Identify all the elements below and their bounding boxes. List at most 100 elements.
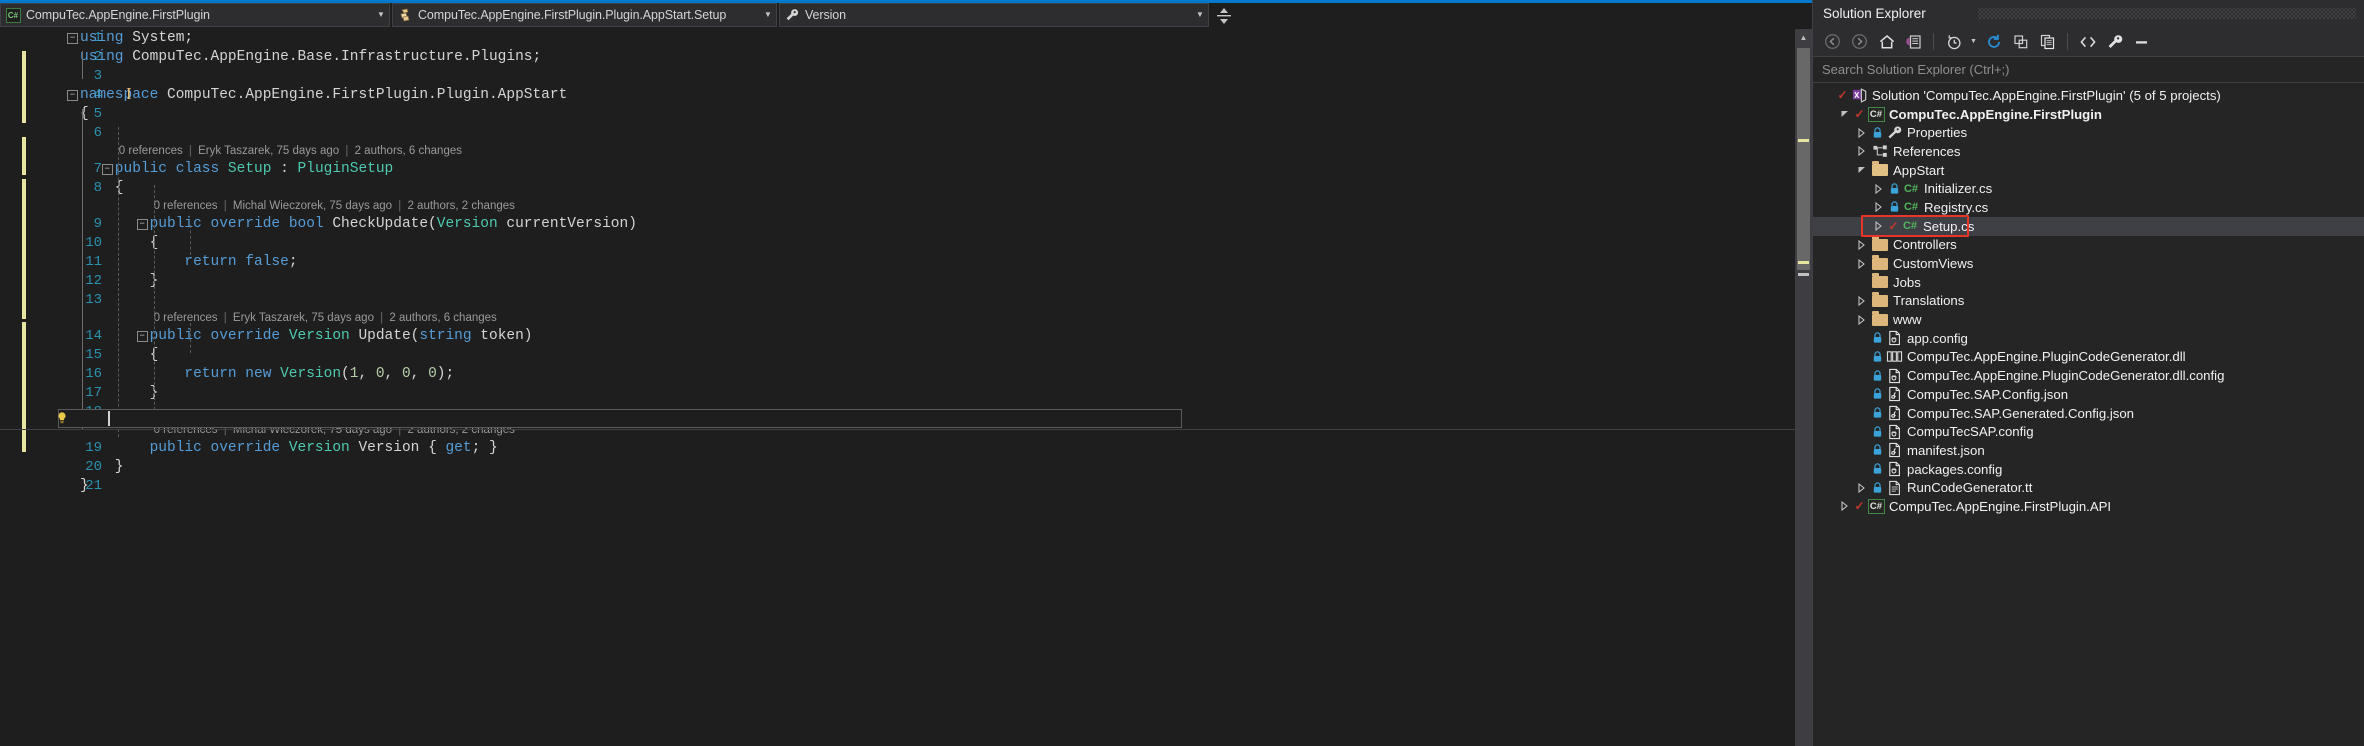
preview-icon[interactable]: [2129, 30, 2154, 54]
code-editor[interactable]: 1using System;2using CompuTec.AppEngine.…: [0, 29, 1812, 746]
chevron-right-icon[interactable]: [1870, 184, 1887, 194]
code-line[interactable]: 5{: [58, 105, 1812, 124]
code-line[interactable]: 1using System;: [58, 29, 1812, 48]
code-line[interactable]: 9public override bool CheckUpdate(Versio…: [58, 215, 1812, 234]
tree-item-registry-cs[interactable]: C#Registry.cs: [1813, 198, 2364, 217]
chevron-down-icon[interactable]: ▼: [373, 3, 389, 27]
code-line[interactable]: 21}: [58, 477, 1812, 496]
panel-drag-grip[interactable]: [1978, 8, 2356, 19]
type-dropdown[interactable]: CompuTec.AppEngine.FirstPlugin.Plugin.Ap…: [392, 3, 777, 27]
forward-icon[interactable]: [1847, 30, 1872, 54]
chevron-right-icon[interactable]: [1853, 483, 1870, 493]
code-line[interactable]: 16return new Version(1, 0, 0, 0);: [58, 365, 1812, 384]
tree-item-runcodegenerator-tt[interactable]: RunCodeGenerator.tt: [1813, 478, 2364, 497]
tree-item-customviews[interactable]: CustomViews: [1813, 254, 2364, 273]
code-line[interactable]: 19public override Version Version { get;…: [58, 439, 1812, 458]
tree-item-computec-appengine-plugincodegenerator-dll[interactable]: CompuTec.AppEngine.PluginCodeGenerator.d…: [1813, 348, 2364, 367]
back-icon[interactable]: [1820, 30, 1845, 54]
tree-item-controllers[interactable]: Controllers: [1813, 236, 2364, 255]
codelens-author[interactable]: Eryk Taszarek, 75 days ago: [198, 145, 339, 157]
code-line[interactable]: 6: [58, 124, 1812, 143]
codelens-annotation[interactable]: 0 references | Eryk Taszarek, 75 days ag…: [58, 143, 1812, 160]
tree-item-computec-appengine-firstplugin[interactable]: ✓C#CompuTec.AppEngine.FirstPlugin: [1813, 105, 2364, 124]
collapse-fold-icon[interactable]: [67, 33, 78, 44]
chevron-right-icon[interactable]: [1853, 296, 1870, 306]
history-icon[interactable]: [1941, 30, 1966, 54]
code-line[interactable]: 3: [58, 67, 1812, 86]
code-line[interactable]: 17}: [58, 384, 1812, 403]
properties-icon[interactable]: [2102, 30, 2127, 54]
tree-item-solution-computec-appengine-firstplugin-5-of-5-projects[interactable]: ✓Solution 'CompuTec.AppEngine.FirstPlugi…: [1813, 86, 2364, 105]
refresh-icon[interactable]: [1981, 30, 2006, 54]
codelens-references[interactable]: 0 references: [154, 200, 218, 212]
tree-item-appstart[interactable]: AppStart: [1813, 161, 2364, 180]
codelens-author[interactable]: Michal Wieczorek, 75 days ago: [233, 424, 392, 436]
code-line[interactable]: 12}: [58, 272, 1812, 291]
chevron-right-icon[interactable]: [1853, 240, 1870, 250]
tree-item-initializer-cs[interactable]: C#Initializer.cs: [1813, 179, 2364, 198]
codelens-references[interactable]: 0 references: [119, 145, 183, 157]
codelens-author[interactable]: Eryk Taszarek, 75 days ago: [233, 312, 374, 324]
chevron-down-icon[interactable]: [1853, 165, 1870, 175]
tree-item-translations[interactable]: Translations: [1813, 292, 2364, 311]
codelens-changes[interactable]: 2 authors, 2 changes: [407, 424, 514, 436]
codelens-references[interactable]: 0 references: [154, 312, 218, 324]
code-line[interactable]: 20}: [58, 458, 1812, 477]
chevron-down-icon[interactable]: [1836, 109, 1853, 119]
tree-item-computec-sap-generated-config-json[interactable]: CompuTec.SAP.Generated.Config.json: [1813, 404, 2364, 423]
tree-item-properties[interactable]: Properties: [1813, 123, 2364, 142]
collapse-fold-icon[interactable]: [102, 164, 113, 175]
collapse-fold-icon[interactable]: [67, 90, 78, 101]
codelens-annotation[interactable]: 0 references | Eryk Taszarek, 75 days ag…: [58, 310, 1812, 327]
code-line[interactable]: 2using CompuTec.AppEngine.Base.Infrastru…: [58, 48, 1812, 67]
code-line[interactable]: 15{: [58, 346, 1812, 365]
collapse-fold-icon[interactable]: [137, 331, 148, 342]
code-line[interactable]: 4namespace CompuTec.AppEngine.FirstPlugi…: [58, 86, 1812, 105]
codelens-changes[interactable]: 2 authors, 6 changes: [355, 145, 462, 157]
code-line[interactable]: 13: [58, 291, 1812, 310]
scrollbar-thumb[interactable]: [1797, 48, 1810, 270]
tree-item-manifest-json[interactable]: manifest.json: [1813, 441, 2364, 460]
show-all-files-icon[interactable]: [2035, 30, 2060, 54]
tree-item-computec-appengine-plugincodegenerator-dll-config[interactable]: CompuTec.AppEngine.PluginCodeGenerator.d…: [1813, 366, 2364, 385]
code-line[interactable]: 10{: [58, 234, 1812, 253]
scroll-up-arrow[interactable]: ▲: [1795, 29, 1812, 46]
tree-item-computecsap-config[interactable]: CompuTecSAP.config: [1813, 422, 2364, 441]
chevron-right-icon[interactable]: [1836, 501, 1853, 511]
chevron-down-icon[interactable]: ▼: [1192, 3, 1208, 27]
collapse-fold-icon[interactable]: [137, 219, 148, 230]
tree-item-references[interactable]: References: [1813, 142, 2364, 161]
codelens-references[interactable]: 0 references: [154, 424, 218, 436]
code-line[interactable]: 18: [58, 403, 1812, 422]
collapse-all-icon[interactable]: [2008, 30, 2033, 54]
home-icon[interactable]: [1874, 30, 1899, 54]
codelens-author[interactable]: Michal Wieczorek, 75 days ago: [233, 200, 392, 212]
solution-tree[interactable]: ✓Solution 'CompuTec.AppEngine.FirstPlugi…: [1813, 83, 2364, 746]
code-line[interactable]: 7public class Setup : PluginSetup: [58, 160, 1812, 179]
chevron-right-icon[interactable]: [1853, 146, 1870, 156]
chevron-right-icon[interactable]: [1853, 259, 1870, 269]
chevron-right-icon[interactable]: [1853, 315, 1870, 325]
pending-changes-icon[interactable]: [1901, 30, 1926, 54]
view-code-icon[interactable]: [2075, 30, 2100, 54]
chevron-right-icon[interactable]: [1853, 128, 1870, 138]
tree-item-www[interactable]: www: [1813, 310, 2364, 329]
code-scroll-region[interactable]: 1using System;2using CompuTec.AppEngine.…: [58, 29, 1812, 746]
chevron-down-icon[interactable]: ▼: [760, 3, 776, 27]
tree-item-setup-cs[interactable]: ✓C#Setup.cs: [1813, 217, 2364, 236]
lightbulb-icon[interactable]: [55, 411, 69, 425]
chevron-right-icon[interactable]: [1870, 221, 1887, 231]
chevron-down-icon[interactable]: ▼: [1968, 30, 1979, 54]
tree-item-app-config[interactable]: app.config: [1813, 329, 2364, 348]
chevron-right-icon[interactable]: [1870, 202, 1887, 212]
editor-vertical-scrollbar[interactable]: ▲: [1795, 29, 1812, 746]
codelens-changes[interactable]: 2 authors, 2 changes: [407, 200, 514, 212]
search-solution-explorer-input[interactable]: Search Solution Explorer (Ctrl+;): [1813, 57, 2364, 83]
code-line[interactable]: 14public override Version Update(string …: [58, 327, 1812, 346]
tree-item-jobs[interactable]: Jobs: [1813, 273, 2364, 292]
member-dropdown[interactable]: Version ▼: [779, 3, 1209, 27]
codelens-annotation[interactable]: 0 references | Michal Wieczorek, 75 days…: [58, 422, 1812, 439]
tree-item-computec-appengine-firstplugin-api[interactable]: ✓C#CompuTec.AppEngine.FirstPlugin.API: [1813, 497, 2364, 516]
project-dropdown[interactable]: C# CompuTec.AppEngine.FirstPlugin ▼: [0, 3, 390, 27]
code-line[interactable]: 8{: [58, 179, 1812, 198]
